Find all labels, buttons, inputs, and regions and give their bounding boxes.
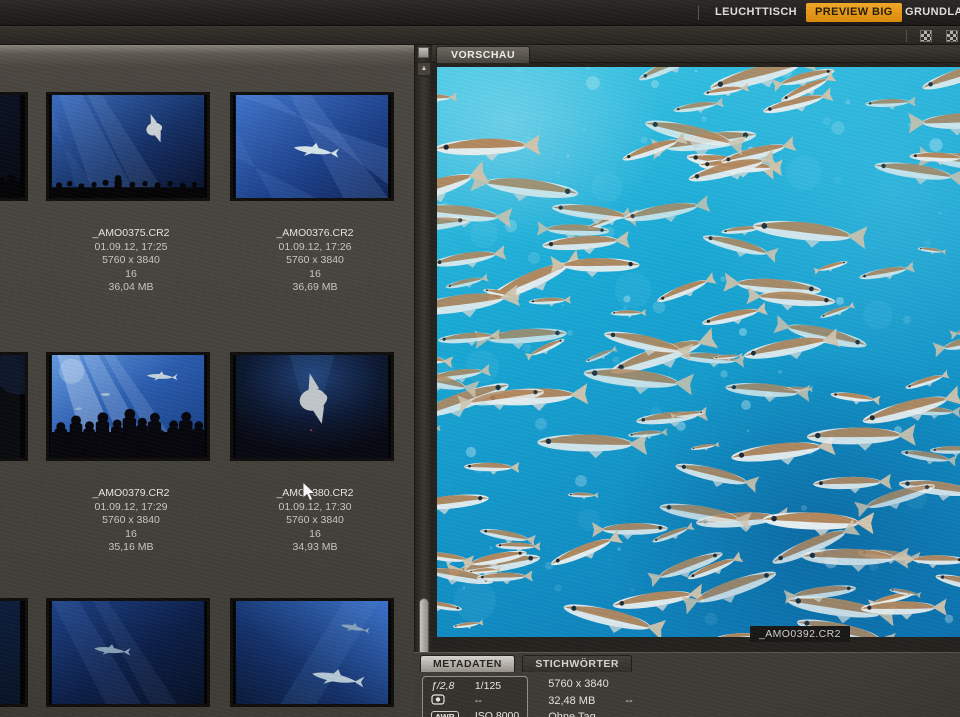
thumbnail-caption: _AMO0379.CR2 01.09.12, 17:29 5760 x 3840… xyxy=(46,487,216,555)
thumbnail-cell[interactable]: _AMO0380.CR2 01.09.12, 17:30 5760 x 3840… xyxy=(230,352,400,555)
aperture-value: ƒ/2,8 xyxy=(431,680,459,693)
thumbnail-filesize: 35,16 MB xyxy=(46,541,216,555)
content-browser-panel: _AMO0375.CR2 01.09.12, 17:25 5760 x 3840… xyxy=(0,45,414,717)
thumbnail-filesize: 36,69 MB xyxy=(230,281,400,295)
thumbnail-cell[interactable]: _AMO0379.CR2 01.09.12, 17:29 5760 x 3840… xyxy=(46,352,216,555)
thumbnail-image xyxy=(0,352,28,461)
thumbnail-dimensions: 5760 x 3840 xyxy=(46,514,216,528)
thumbnail-dimensions: 5760 x 3840 xyxy=(230,514,400,528)
thumbnail-image xyxy=(230,92,394,201)
thumbnail-bitdepth: 16 xyxy=(230,268,400,282)
workspace-tab-leuchttisch[interactable]: LEUCHTTISCH xyxy=(706,3,806,22)
thumbnail-caption: _AMO0375.CR2 01.09.12, 17:25 5760 x 3840… xyxy=(46,227,216,295)
metadata-tabbar: METADATEN STICHWÖRTER xyxy=(420,655,635,672)
thumbnail-cell[interactable] xyxy=(46,598,216,707)
camera-settings-placard: ƒ/2,8 1/125 -- AWB ISO 8000 xyxy=(422,676,528,717)
thumbnail-dimensions: 5760 x 3840 xyxy=(230,254,400,268)
thumbnail-bitdepth: 16 xyxy=(46,528,216,542)
thumbnail-dimensions: 5760 x 3840 xyxy=(46,254,216,268)
panel-options-icon[interactable] xyxy=(418,47,429,58)
scroll-up-icon[interactable]: ▲ xyxy=(417,62,431,76)
iso-value: ISO 8000 xyxy=(475,710,519,717)
file-rating: -- xyxy=(625,693,632,710)
thumbnail-image xyxy=(0,598,28,707)
file-info: 5760 x 3840 32,48 MB -- Ohne Tag... xyxy=(548,676,632,717)
menu-separator xyxy=(698,6,699,20)
thumbnail-cell-partial[interactable] xyxy=(0,598,34,707)
scrollbar-track[interactable] xyxy=(418,78,430,648)
thumbnail-cell[interactable]: _AMO0375.CR2 01.09.12, 17:25 5760 x 3840… xyxy=(46,92,216,295)
preview-filename-label: _AMO0392.CR2 xyxy=(750,626,850,642)
file-dimensions: 5760 x 3840 xyxy=(548,676,632,693)
thumbnail-filename: _AMO0376.CR2 xyxy=(230,227,400,241)
thumbnail-caption: _AMO0376.CR2 01.09.12, 17:26 5760 x 3840… xyxy=(230,227,400,295)
thumbnail-image xyxy=(230,598,394,707)
thumbnail-datetime: 01.09.12, 17:29 xyxy=(46,501,216,515)
thumbnail-datetime: 01.09.12, 17:26 xyxy=(230,241,400,255)
thumbnail-bitdepth: 16 xyxy=(46,268,216,282)
thumbnail-image xyxy=(0,92,28,201)
grid-scrollbar[interactable]: ▲ xyxy=(414,45,432,652)
thumbnail-quality-2-icon[interactable] xyxy=(946,30,958,42)
file-keywords: Ohne Tag... xyxy=(548,709,632,717)
metadata-panel: METADATEN STICHWÖRTER ƒ/2,8 1/125 -- AWB… xyxy=(414,652,960,717)
file-size: 32,48 MB xyxy=(548,695,595,707)
thumbnail-quality-icon[interactable] xyxy=(920,30,932,42)
preview-panel: VORSCHAU _AMO0392.CR2 xyxy=(432,45,960,652)
thumbnail-image xyxy=(230,352,394,461)
workspace-tab-grundlagen[interactable]: GRUNDLAGEN xyxy=(896,3,960,22)
metering-icon xyxy=(431,694,459,709)
white-balance-badge: AWB xyxy=(431,711,459,717)
tab-metadaten[interactable]: METADATEN xyxy=(420,655,515,672)
metering-value: -- xyxy=(475,695,519,708)
workspace-option-bar xyxy=(0,27,960,45)
thumbnail-filesize: 34,93 MB xyxy=(230,541,400,555)
thumbnail-filename: _AMO0379.CR2 xyxy=(46,487,216,501)
workspace-tab-preview-big[interactable]: PREVIEW BIG xyxy=(806,3,902,22)
file-size-row: 32,48 MB -- xyxy=(548,693,632,710)
scrollbar-thumb[interactable] xyxy=(419,598,429,660)
thumbnail-filesize: 36,04 MB xyxy=(46,281,216,295)
thumbnail-filename: _AMO0375.CR2 xyxy=(46,227,216,241)
thumbnail-cell[interactable] xyxy=(230,598,400,707)
preview-image[interactable] xyxy=(437,67,960,637)
thumbnail-cell-partial[interactable] xyxy=(0,92,34,201)
sardine-school-image xyxy=(437,67,960,637)
thumbnail-cell[interactable]: _AMO0376.CR2 01.09.12, 17:26 5760 x 3840… xyxy=(230,92,400,295)
tab-vorschau[interactable]: VORSCHAU xyxy=(436,46,530,63)
mouse-cursor-icon xyxy=(302,481,318,503)
thumbnail-image xyxy=(46,352,210,461)
thumbnail-image xyxy=(46,598,210,707)
thumbnail-cell-partial[interactable] xyxy=(0,352,34,461)
thumbnail-bitdepth: 16 xyxy=(230,528,400,542)
preview-tabbar: VORSCHAU xyxy=(432,45,960,63)
tab-stichwoerter[interactable]: STICHWÖRTER xyxy=(522,655,632,672)
metadata-body: ƒ/2,8 1/125 -- AWB ISO 8000 5760 x 3840 … xyxy=(422,676,633,717)
option-bar-separator xyxy=(906,30,907,42)
thumbnail-datetime: 01.09.12, 17:25 xyxy=(46,241,216,255)
shutter-value: 1/125 xyxy=(475,680,519,693)
app-window: LEUCHTTISCH PREVIEW BIG GRUNDLAGEN xyxy=(0,0,960,717)
thumbnail-image xyxy=(46,92,210,201)
top-menu-bar: LEUCHTTISCH PREVIEW BIG GRUNDLAGEN xyxy=(0,0,960,26)
